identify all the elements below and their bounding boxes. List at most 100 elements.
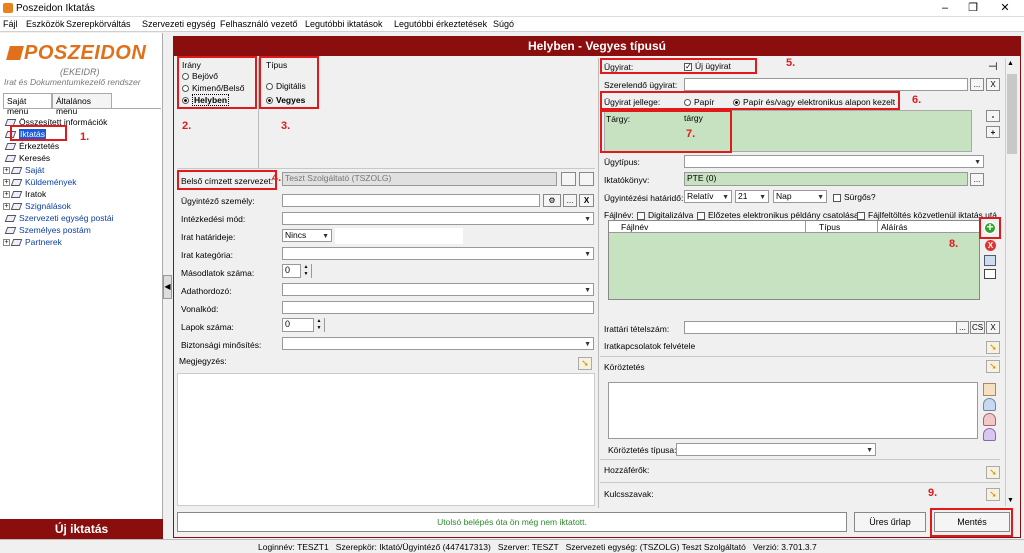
scroll-up-icon[interactable]: ▲ — [1007, 60, 1014, 67]
ugyintezo-field[interactable] — [282, 194, 540, 207]
tree-item-personal-mail[interactable]: Személyes postám — [4, 224, 91, 236]
szerelendo-field[interactable] — [684, 78, 968, 91]
folder-icon — [10, 203, 23, 211]
scroll-down-icon[interactable]: ▼ — [1007, 497, 1014, 504]
menu-help[interactable]: Súgó — [493, 19, 514, 29]
irat-kategoria-select[interactable] — [282, 247, 594, 260]
ugyintezo-ellipsis-button[interactable]: ... — [563, 194, 577, 207]
fajlfeltoltes-checkbox[interactable]: Fájlfeltöltés közvetlenül iktatás után — [857, 210, 997, 220]
checkbox-icon — [697, 211, 705, 220]
annotation-9: 9. — [928, 487, 938, 499]
person-search-icon[interactable]: ⚙ — [543, 194, 561, 207]
szerelendo-ellipsis-button[interactable]: ... — [970, 78, 984, 91]
logo-subtitle: (EKEIDR) — [60, 67, 100, 77]
tree-item-partnerek[interactable]: + Partnerek — [3, 236, 62, 248]
tree-item-iratok[interactable]: + Iratok — [3, 188, 46, 200]
home-icon[interactable] — [983, 383, 996, 396]
tree-item-szignalasok[interactable]: + Szignálások — [3, 200, 71, 212]
person-group-icon[interactable] — [983, 428, 996, 441]
menu-tools[interactable]: Eszközök — [26, 19, 65, 29]
pin-icon[interactable]: ⊣ — [988, 60, 998, 73]
tree-item-sajat[interactable]: + Saját — [3, 164, 44, 176]
menu-org-unit[interactable]: Szervezeti egység — [142, 19, 216, 29]
tab-own-menu[interactable]: Saját menü — [3, 93, 52, 116]
menu-user-manager[interactable]: Felhasználó vezető — [220, 19, 298, 29]
annotation-7: 7. — [686, 128, 696, 140]
belso-cimzett-btn1[interactable] — [561, 172, 576, 186]
ugytipus-select[interactable] — [684, 155, 984, 168]
surgos-checkbox[interactable]: Sürgős? — [833, 192, 876, 202]
iktatokonyv-field[interactable]: PTE (0) — [684, 172, 968, 186]
masolatok-label: Másodlatok száma: — [181, 268, 255, 278]
expand-icon[interactable]: + — [3, 203, 10, 211]
hozzaferok-expand-icon[interactable]: ➘ — [986, 466, 1000, 479]
elozetes-checkbox[interactable]: Előzetes elektronikus példány csatolása — [697, 210, 859, 220]
folder-icon — [10, 239, 23, 247]
annotation-box-7 — [600, 110, 732, 153]
col-divider — [805, 221, 806, 233]
folder-open-icon[interactable] — [984, 269, 996, 279]
annotation-box-6 — [600, 91, 900, 110]
scroll-thumb[interactable] — [1007, 74, 1017, 154]
new-registration-button[interactable]: Új iktatás — [0, 519, 163, 539]
irat-kategoria-label: Irat kategória: — [181, 250, 233, 260]
targy-minus-button[interactable]: - — [986, 110, 1000, 122]
person-icon[interactable] — [983, 398, 996, 411]
megjegyzes-expand-icon[interactable]: ➘ — [578, 357, 592, 370]
megjegyzes-label: Megjegyzés: — [179, 356, 227, 366]
megjegyzes-area[interactable] — [177, 373, 595, 506]
biztonsagi-select[interactable] — [282, 337, 594, 350]
stepper-arrows-icon[interactable]: ▲ ▼ — [300, 264, 311, 278]
person-remove-icon[interactable] — [983, 413, 996, 426]
remove-file-icon[interactable]: X — [985, 240, 996, 251]
expand-icon[interactable]: + — [3, 191, 10, 199]
hatarido-mode-select[interactable]: Relatív — [684, 190, 732, 203]
menu-recent-registrations[interactable]: Legutóbbi iktatások — [305, 19, 383, 29]
tab-general-menu[interactable]: Általános menü — [52, 93, 112, 116]
irattari-ellipsis-button[interactable]: ... — [956, 321, 969, 334]
kulcsszavak-label: Kulcsszavak: — [604, 489, 654, 499]
digitalizalva-checkbox[interactable]: Digitalizálva — [637, 210, 693, 220]
divider — [177, 168, 595, 169]
hatarido-number-select[interactable]: 21 — [735, 190, 769, 203]
szerelendo-clear-button[interactable]: X — [986, 78, 1000, 91]
iratkapcsolatok-expand-icon[interactable]: ➘ — [986, 341, 1000, 354]
menu-role-switch[interactable]: Szerepkörváltás — [66, 19, 131, 29]
expand-icon[interactable]: + — [3, 167, 10, 175]
tree-item-org-mail[interactable]: Szervezeti egység postái — [4, 212, 114, 224]
irattari-cs-button[interactable]: CS — [970, 321, 985, 334]
irattari-field[interactable] — [684, 321, 968, 334]
vonalkod-field[interactable] — [282, 301, 594, 314]
scan-file-icon[interactable] — [984, 255, 996, 266]
irat-hatarido-date[interactable] — [335, 228, 463, 244]
maximize-button[interactable]: ❐ — [958, 0, 988, 17]
tree-item-erkeztetes[interactable]: Érkeztetés — [4, 140, 59, 152]
belso-cimzett-field[interactable]: Teszt Szolgáltató (TSZOLG) — [282, 172, 557, 186]
adathordozo-select[interactable] — [282, 283, 594, 296]
divider — [600, 482, 1000, 483]
koroztetes-list[interactable] — [608, 382, 978, 439]
menu-file[interactable]: Fájl — [3, 19, 18, 29]
targy-plus-button[interactable]: + — [986, 126, 1000, 138]
minimize-button[interactable]: – — [930, 0, 960, 17]
koroztetes-tipusa-select[interactable] — [676, 443, 876, 456]
tree-item-kereses[interactable]: Keresés — [4, 152, 50, 164]
stepper-arrows-icon[interactable]: ▲ ▼ — [313, 318, 324, 332]
hatarido-unit-select[interactable]: Nap — [773, 190, 827, 203]
expand-icon[interactable]: + — [3, 239, 10, 247]
intezkedesi-select[interactable] — [282, 212, 594, 225]
clear-form-button[interactable]: Üres űrlap — [854, 512, 926, 532]
irat-hatarido-select[interactable]: Nincs — [282, 229, 332, 242]
ugyintezo-clear-button[interactable]: X — [579, 194, 594, 207]
iktatokonyv-ellipsis-button[interactable]: ... — [970, 173, 984, 186]
irattari-clear-button[interactable]: X — [986, 321, 1000, 334]
expand-icon[interactable]: + — [3, 179, 10, 187]
koroztetes-collapse-icon[interactable]: ➘ — [986, 360, 1000, 373]
menu-recent-arrivals[interactable]: Legutóbbi érkeztetések — [394, 19, 487, 29]
close-button[interactable]: ✕ — [990, 0, 1020, 17]
tree-item-kuldemenyek[interactable]: + Küldemények — [3, 176, 77, 188]
col-alairas: Aláírás — [881, 222, 908, 232]
kulcsszavak-expand-icon[interactable]: ➘ — [986, 488, 1000, 501]
collapse-panel-button[interactable]: ◀ — [163, 275, 172, 299]
belso-cimzett-btn2[interactable] — [579, 172, 594, 186]
